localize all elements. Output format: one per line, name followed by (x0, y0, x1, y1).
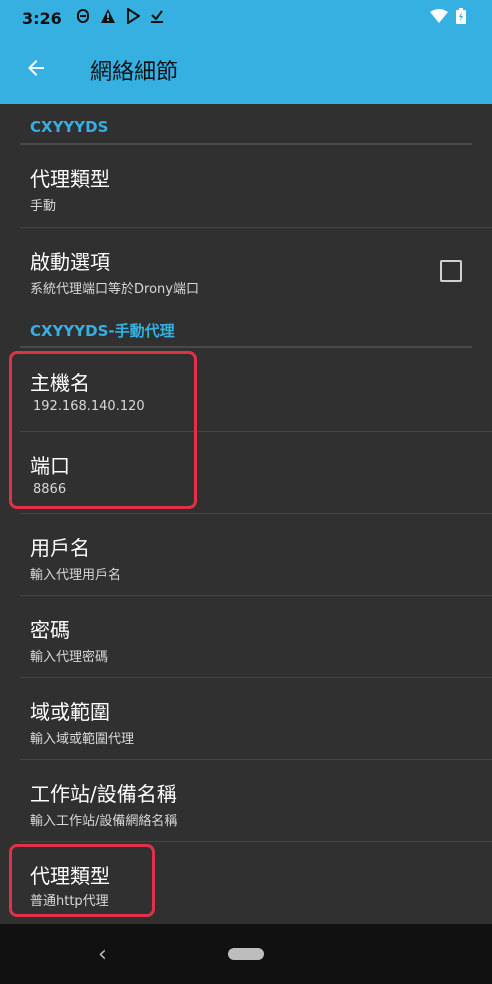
pref-title: 啟動選項 (30, 250, 110, 274)
pref-title: 密碼 (30, 618, 70, 642)
battery-charging-icon (456, 8, 466, 28)
pref-summary: 手動 (30, 199, 57, 214)
pref-summary: 輸入代理用戶名 (30, 568, 122, 583)
pref-proxy-type[interactable]: 代理類型 手動 (0, 145, 492, 227)
pref-title: 代理類型 (30, 167, 110, 191)
section-header-network: CXYYYDS (30, 118, 109, 136)
settings-list[interactable]: CXYYYDS 代理類型 手動 啟動選項 系統代理端口等於Drony端口 CXY… (0, 104, 492, 924)
pref-password[interactable]: 密碼 輸入代理密碼 (0, 596, 492, 678)
navigation-bar: ‹ (0, 924, 492, 984)
notification-icon (76, 8, 90, 28)
app-bar: 網絡細節 (0, 36, 492, 104)
wifi-icon (430, 8, 448, 28)
pref-startup-option[interactable]: 啟動選項 系統代理端口等於Drony端口 (0, 228, 492, 310)
pref-title: 工作站/設備名稱 (30, 782, 177, 806)
warning-icon (100, 8, 116, 28)
arrow-back-icon (24, 56, 48, 84)
nav-back-icon[interactable]: ‹ (98, 942, 107, 967)
pref-summary: 系統代理端口等於Drony端口 (30, 282, 199, 297)
highlight-box-host-port (9, 351, 197, 509)
pref-summary: 輸入域或範圍代理 (30, 732, 135, 747)
back-button[interactable] (6, 40, 66, 100)
status-icons-right (430, 8, 466, 28)
download-done-icon (150, 8, 164, 28)
highlight-box-proxy-kind (9, 844, 155, 917)
pref-title: 域或範圍 (30, 700, 110, 724)
play-store-icon (126, 7, 141, 28)
pref-summary: 輸入工作站/設備網絡名稱 (30, 814, 178, 829)
status-bar: 3:26 (0, 0, 492, 36)
pref-summary: 輸入代理密碼 (30, 650, 109, 665)
pref-domain[interactable]: 域或範圍 輸入域或範圍代理 (0, 678, 492, 760)
nav-home-pill[interactable] (228, 948, 264, 960)
pref-workstation[interactable]: 工作站/設備名稱 輸入工作站/設備網絡名稱 (0, 760, 492, 842)
pref-username[interactable]: 用戶名 輸入代理用戶名 (0, 514, 492, 596)
page-title: 網絡細節 (90, 60, 179, 85)
section-header-proxy: CXYYYDS-手動代理 (30, 322, 175, 340)
divider (20, 346, 472, 348)
status-time: 3:26 (22, 8, 62, 28)
status-icons-left (76, 7, 164, 28)
startup-option-checkbox[interactable] (440, 260, 462, 282)
pref-title: 用戶名 (30, 536, 90, 560)
